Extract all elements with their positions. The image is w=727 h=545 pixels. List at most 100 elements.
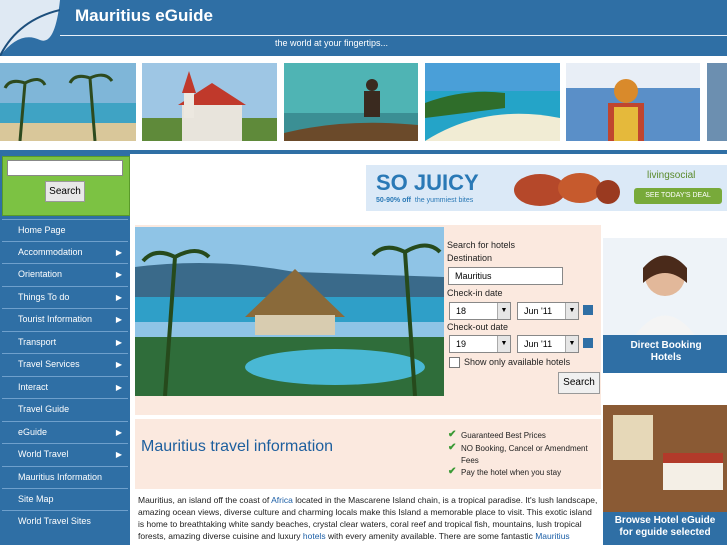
feature-pay-at-hotel: Pay the hotel when you stay	[461, 468, 562, 477]
livingsocial-brand: livingsocial	[647, 170, 696, 181]
sidebar-item-label: Accommodation	[18, 247, 83, 257]
chevron-right-icon: ▶	[115, 270, 122, 279]
sidebar-item-things-to-do[interactable]: Things To do ▶	[2, 286, 128, 308]
chevron-right-icon: ▶	[115, 428, 122, 437]
checkin-day-select[interactable]: 18 ▼	[449, 302, 511, 320]
edge-photo	[707, 63, 727, 141]
checkout-label: Check-out date	[447, 322, 509, 332]
see-todays-deal-button[interactable]: SEE TODAY'S DEAL	[634, 188, 722, 204]
destination-input[interactable]: Mauritius	[448, 267, 563, 285]
chevron-down-icon: ▼	[565, 336, 578, 352]
chevron-down-icon: ▼	[497, 303, 510, 319]
africa-link[interactable]: Africa	[271, 495, 293, 505]
sidebar-item-world-travel-sites[interactable]: World Travel Sites	[2, 510, 128, 532]
ad-line: for eguide selected	[619, 527, 711, 538]
beach-resort-photo	[0, 63, 136, 141]
mauritius-link[interactable]: Mauritius	[535, 531, 569, 541]
sidebar-item-label: World Travel Sites	[18, 516, 91, 526]
calendar-icon[interactable]	[583, 305, 593, 315]
sidebar-item-interact[interactable]: Interact ▶	[2, 376, 128, 398]
sidebar-item-travel-services[interactable]: Travel Services ▶	[2, 353, 128, 375]
sidebar-item-label: Transport	[18, 337, 57, 347]
checkin-day-value: 18	[456, 306, 467, 316]
sidebar-item-label: Things To do	[18, 292, 70, 302]
chevron-right-icon: ▶	[115, 248, 122, 257]
checkout-day-value: 19	[456, 339, 467, 349]
banner-tagline: the yummiest bites	[414, 197, 474, 204]
sidebar-item-label: Orientation	[18, 269, 63, 279]
chevron-down-icon: ▼	[565, 303, 578, 319]
fisherman-boat-photo	[284, 63, 418, 141]
sidebar-item-label: Home Page	[18, 225, 66, 235]
hotels-link[interactable]: hotels	[303, 531, 326, 541]
sidebar-item-label: eGuide	[18, 427, 48, 437]
search-hotels-label: Search for hotels	[447, 240, 516, 250]
site-title[interactable]: Mauritius eGuide	[75, 6, 213, 26]
ad-line: Hotels	[650, 352, 682, 363]
island-lagoon-photo	[425, 63, 560, 141]
food-skewer-image	[514, 173, 620, 206]
feature-no-fees-cont: Fees	[461, 456, 479, 465]
banner-discount: 50-90% off	[376, 197, 412, 204]
intro-text: with every amenity available. There are …	[325, 531, 536, 541]
chevron-right-icon: ▶	[115, 315, 122, 324]
hotel-search-button[interactable]: Search	[558, 372, 600, 394]
hotel-room-image	[603, 405, 727, 513]
banner-subtext: 50-90% off the yummiest bites	[376, 197, 473, 204]
calendar-icon[interactable]	[583, 338, 593, 348]
site-tagline: the world at your fingertips...	[275, 38, 389, 48]
sidebar-item-tourist-information[interactable]: Tourist Information ▶	[2, 308, 128, 330]
sidebar-item-label: Mauritius Information	[18, 472, 103, 482]
sidebar-item-transport[interactable]: Transport ▶	[2, 331, 128, 353]
checkout-day-select[interactable]: 19 ▼	[449, 335, 511, 353]
resort-pool-photo	[135, 227, 444, 396]
sidebar-item-label: Travel Services	[18, 359, 80, 369]
sidebar-item-orientation[interactable]: Orientation ▶	[2, 263, 128, 285]
checkmark-icon: ✔	[448, 466, 457, 477]
chevron-right-icon: ▶	[115, 383, 122, 392]
sidebar-item-eguide[interactable]: eGuide ▶	[2, 421, 128, 443]
sidebar-item-travel-guide[interactable]: Travel Guide	[2, 398, 128, 420]
destination-label: Destination	[447, 253, 493, 263]
sidebar-item-site-map[interactable]: Site Map	[2, 488, 128, 510]
sidebar-item-label: World Travel	[18, 449, 69, 459]
available-only-checkbox[interactable]	[449, 357, 460, 368]
sidebar-item-label: Tourist Information	[18, 314, 93, 324]
sidebar-item-world-travel[interactable]: World Travel ▶	[2, 443, 128, 465]
checkmark-icon: ✔	[448, 442, 457, 453]
chevron-down-icon: ▼	[497, 336, 510, 352]
intro-text: Mauritius, an island off the coast of	[138, 495, 272, 505]
feature-best-prices: Guaranteed Best Prices	[461, 431, 546, 440]
ad-line: Direct Booking	[630, 340, 702, 351]
sidebar-item-accommodation[interactable]: Accommodation ▶	[2, 241, 128, 263]
direct-booking-label: Direct Booking Hotels	[605, 340, 727, 364]
sidebar-item-mauritius-information[interactable]: Mauritius Information	[2, 466, 128, 488]
logo-shape-icon	[0, 0, 60, 56]
hindu-deity-statue-photo	[566, 63, 700, 141]
site-logo[interactable]	[0, 0, 60, 56]
hotel-eguide-label: Browse Hotel eGuide for eguide selected	[603, 515, 727, 539]
sidebar-search-input[interactable]	[7, 160, 123, 176]
chevron-right-icon: ▶	[115, 338, 122, 347]
sidebar-item-home-page[interactable]: Home Page	[2, 219, 128, 241]
checkout-month-select[interactable]: Jun '11 ▼	[517, 335, 579, 353]
checkmark-icon: ✔	[448, 429, 457, 440]
sidebar-item-label: Interact	[18, 382, 49, 392]
feature-no-fees: NO Booking, Cancel or Amendment	[461, 444, 588, 453]
ad-line: Browse Hotel eGuide	[614, 515, 716, 526]
banner-headline: SO JUICY	[376, 170, 479, 195]
destination-value: Mauritius	[455, 271, 492, 281]
checkin-month-select[interactable]: Jun '11 ▼	[517, 302, 579, 320]
intro-paragraph: Mauritius, an island off the coast of Af…	[138, 494, 600, 542]
chevron-right-icon: ▶	[115, 450, 122, 459]
header-divider	[60, 35, 727, 36]
checkin-month-value: Jun '11	[524, 306, 553, 316]
call-center-agent-image	[603, 238, 727, 338]
checkin-label: Check-in date	[447, 288, 503, 298]
checkout-month-value: Jun '11	[524, 339, 553, 349]
sidebar-item-label: Travel Guide	[18, 404, 70, 414]
chevron-right-icon: ▶	[115, 360, 122, 369]
church-photo	[142, 63, 277, 141]
sidebar-search-button[interactable]: Search	[45, 181, 85, 202]
page-title: Mauritius travel information	[141, 438, 334, 455]
